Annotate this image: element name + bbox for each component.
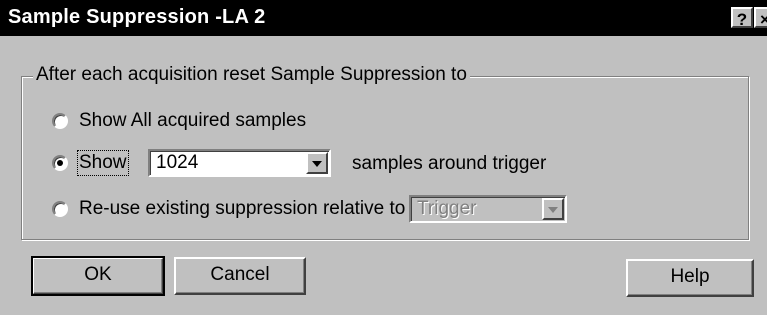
reuse-reference-value: Trigger <box>417 198 477 219</box>
chevron-down-icon[interactable] <box>306 152 328 174</box>
help-title-button[interactable]: ? <box>731 7 753 29</box>
close-button[interactable]: × <box>754 7 767 29</box>
chevron-down-icon <box>542 198 564 220</box>
close-icon: × <box>760 10 767 29</box>
option-show-all[interactable]: Show All acquired samples <box>52 107 306 135</box>
window-title: Sample Suppression -LA 2 <box>8 6 266 28</box>
show-radio[interactable] <box>52 155 68 171</box>
option-show[interactable]: Show <box>52 149 129 177</box>
question-icon: ? <box>736 10 748 29</box>
sample-suppression-dialog: Sample Suppression -LA 2 ? × After each … <box>0 0 767 315</box>
cancel-button[interactable]: Cancel <box>174 257 306 295</box>
reuse-radio[interactable] <box>52 201 68 217</box>
reuse-label: Re-use existing suppression relative to <box>79 198 406 219</box>
reuse-reference-combo: Trigger <box>409 195 567 223</box>
group-legend: After each acquisition reset Sample Supp… <box>33 64 470 86</box>
ok-button[interactable]: OK <box>31 256 165 296</box>
show-suffix-label: samples around trigger <box>352 153 547 174</box>
show-all-radio[interactable] <box>52 113 68 129</box>
show-all-label: Show All acquired samples <box>79 110 307 131</box>
show-count-value: 1024 <box>156 152 199 173</box>
show-count-combo[interactable]: 1024 <box>148 149 331 177</box>
help-button[interactable]: Help <box>626 259 754 297</box>
title-bar[interactable]: Sample Suppression -LA 2 ? × <box>0 0 767 36</box>
option-reuse[interactable]: Re-use existing suppression relative to <box>52 195 405 223</box>
show-label: Show <box>77 150 129 176</box>
